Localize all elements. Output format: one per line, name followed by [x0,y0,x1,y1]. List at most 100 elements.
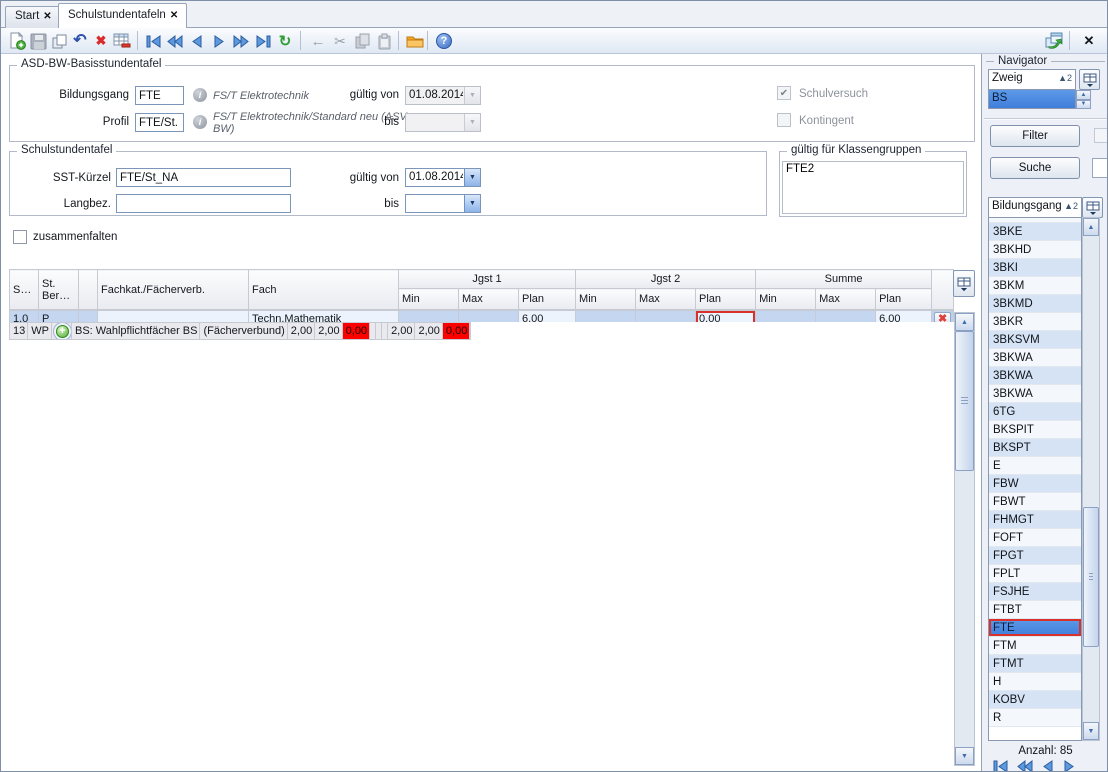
header-jgst1[interactable]: Jgst 1 [399,270,576,289]
nav-first-button[interactable] [142,30,164,52]
detach-view-button[interactable] [1043,30,1065,52]
new-record-button[interactable] [6,30,28,52]
bildungsgang-item[interactable]: 3BKI [989,259,1081,277]
save-button[interactable] [27,30,49,52]
delete-record-button[interactable]: ✖ [90,30,112,52]
undo-button[interactable]: ↶ [69,30,91,52]
nav-fast-back-button[interactable] [164,30,186,52]
bildungsgang-item[interactable]: 3BKWA [989,385,1081,403]
header-min[interactable]: Min [756,289,816,310]
tab-schulstundentafeln[interactable]: Schulstundentafeln✕ [58,3,187,28]
scroll-thumb[interactable] [955,331,974,471]
bildungsgang-item[interactable]: FBW [989,475,1081,493]
bildungsgang-item[interactable]: BKSPIT [989,421,1081,439]
close-view-button[interactable]: ✕ [1078,30,1100,52]
bildungsgang-item[interactable]: 3BKM [989,277,1081,295]
klassengruppen-list[interactable]: FTE2 [782,161,964,214]
klassengruppe-item[interactable]: FTE2 [786,163,960,175]
bildungsgang-scrollbar[interactable]: ▲ ▼ [1082,217,1100,741]
open-folder-button[interactable] [404,30,426,52]
scroll-down-button[interactable]: ▼ [955,747,974,765]
sst-kuerzel-field[interactable] [116,168,291,187]
sst-bis-combo[interactable]: ▼ [405,194,481,213]
bildungsgang-item[interactable]: 3BKE [989,223,1081,241]
scroll-thumb[interactable] [1083,507,1099,647]
zweig-spinner[interactable]: ▲ ▼ [1076,90,1091,109]
cut-button[interactable]: ✂ [329,30,351,52]
header-min[interactable]: Min [576,289,636,310]
header-max[interactable]: Max [636,289,696,310]
help-button[interactable]: ? [433,30,455,52]
paste-button[interactable] [373,30,395,52]
bildungsgang-item[interactable]: BKSPT [989,439,1081,457]
nav-forward-button[interactable] [1062,760,1076,772]
bildungsgang-item[interactable]: KOBV [989,691,1081,709]
bildungsgang-item[interactable]: FTM [989,637,1081,655]
column-chooser-button[interactable] [953,270,975,297]
spin-up-icon[interactable]: ▲ [1076,90,1091,100]
zweig-header[interactable]: Zweig ▲2 [988,69,1076,90]
zusammenfalten-checkbox[interactable] [13,230,27,244]
bildungsgang-item[interactable]: H [989,673,1081,691]
bildungsgang-item[interactable]: FSJHE [989,583,1081,601]
nav-forward-button[interactable] [208,30,230,52]
zweig-column-chooser-button[interactable] [1079,69,1100,90]
header-fachkat[interactable]: Fachkat./Fächerverb. [98,270,249,310]
suche-button[interactable]: Suche [990,157,1080,179]
bildungsgang-item[interactable]: 3BKMD [989,295,1081,313]
filter-button[interactable]: Filter [990,125,1080,147]
copy-record-button[interactable] [48,30,70,52]
nav-back-button[interactable] [1041,760,1055,772]
header-sort[interactable]: Sort. [10,270,39,310]
nav-fast-back-button[interactable] [1016,760,1034,772]
scroll-up-button[interactable]: ▲ [1083,218,1099,236]
nav-last-button[interactable] [252,30,274,52]
copy-button[interactable] [351,30,373,52]
remove-table-button[interactable] [111,30,133,52]
go-back-button[interactable]: ← [307,30,329,52]
nav-first-button[interactable] [992,760,1009,772]
bildungsgang-header[interactable]: Bildungsgang ▲2 [988,197,1082,218]
header-plan[interactable]: Plan [519,289,576,310]
header-plan[interactable]: Plan [696,289,756,310]
header-jgst2[interactable]: Jgst 2 [576,270,756,289]
bildungsgang-item[interactable]: FHMGT [989,511,1081,529]
header-fach[interactable]: Fach [249,270,399,310]
header-plan[interactable]: Plan [876,289,932,310]
bildungsgang-field[interactable] [135,86,184,105]
table-scrollbar[interactable]: ▲ ▼ [954,312,975,766]
combo-arrow-icon[interactable]: ▼ [464,169,480,186]
bildungsgang-item[interactable]: 3BKWA [989,367,1081,385]
header-summe[interactable]: Summe [756,270,932,289]
combo-arrow-icon[interactable]: ▼ [464,195,480,212]
cell-add[interactable]: + [51,323,71,340]
bildungsgang-item[interactable]: 3BKSVM [989,331,1081,349]
tab-start[interactable]: Start✕ [5,6,61,28]
bildungsgang-item[interactable]: FTE [989,619,1081,637]
header-bereich[interactable]: St. Bereich [39,270,79,310]
bildungsgang-item[interactable]: 3BKWA [989,349,1081,367]
zweig-selected-item[interactable]: BS [988,90,1076,109]
header-max[interactable]: Max [816,289,876,310]
header-min[interactable]: Min [399,289,459,310]
bildungsgang-item[interactable]: 6TG [989,403,1081,421]
bildungsgang-item[interactable]: E [989,457,1081,475]
scroll-down-button[interactable]: ▼ [1083,722,1099,740]
suche-input-partial[interactable] [1092,158,1108,178]
add-row-icon[interactable]: + [56,325,69,338]
bildungsgang-item[interactable]: FPGT [989,547,1081,565]
bildungsgang-item[interactable]: FTBT [989,601,1081,619]
nav-fast-forward-button[interactable] [230,30,252,52]
langbez-field[interactable] [116,194,291,213]
header-max[interactable]: Max [459,289,519,310]
bildungsgang-list[interactable]: 3BKD3BKE3BKHD3BKI3BKM3BKMD3BKR3BKSVM3BKW… [988,217,1082,741]
profil-field[interactable] [135,113,184,132]
tab-close-icon[interactable]: ✕ [43,11,51,22]
bildungsgang-item[interactable]: FOFT [989,529,1081,547]
bildungsgang-item[interactable]: FBWT [989,493,1081,511]
bildungsgang-item[interactable]: FPLT [989,565,1081,583]
bildungsgang-column-chooser-button[interactable] [1082,197,1103,218]
spin-down-icon[interactable]: ▼ [1076,100,1091,110]
refresh-button[interactable]: ↻ [274,30,296,52]
nav-back-button[interactable] [186,30,208,52]
